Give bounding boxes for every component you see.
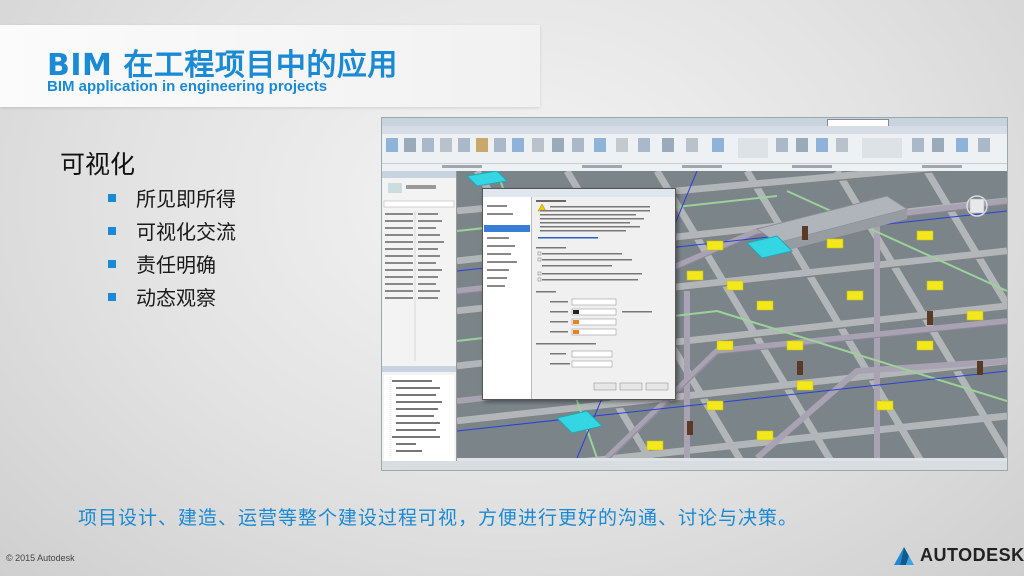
bullet-item: 动态观察 (108, 280, 236, 313)
dialog-sidebar (483, 197, 532, 399)
properties-content (382, 171, 456, 461)
screenshot-status-bar (382, 461, 1007, 470)
screenshot-properties-panel (382, 171, 457, 461)
bullet-item: 可视化交流 (108, 214, 236, 247)
copyright-text: © 2015 Autodesk (6, 553, 75, 563)
slide-caption: 项目设计、建造、运营等整个建设过程可视，方便进行更好的沟通、讨论与决策。 (78, 507, 799, 529)
bullet-list: 所见即所得 可视化交流 责任明确 动态观察 (108, 181, 236, 313)
bullet-square-icon (108, 193, 116, 202)
autodesk-logo-icon (894, 546, 914, 565)
bullet-square-icon (108, 292, 116, 301)
autodesk-logo: AUTODESK (893, 545, 1024, 566)
dialog-settings-content (536, 200, 669, 391)
bullet-square-icon (108, 259, 116, 268)
screenshot-ribbon (382, 134, 1007, 172)
screenshot-options-dialog (482, 188, 676, 400)
dialog-main-panel (532, 197, 674, 399)
dialog-titlebar (483, 189, 675, 197)
dialog-sidebar-selected (484, 225, 530, 232)
bullet-item: 所见即所得 (108, 181, 236, 214)
bullet-square-icon (108, 226, 116, 235)
screenshot-titlebar (382, 118, 1007, 126)
bim-software-screenshot (381, 117, 1008, 471)
screenshot-ribbon-tabs (382, 126, 1007, 141)
bullet-text: 所见即所得 (136, 187, 236, 211)
section-heading: 可视化 (60, 150, 136, 179)
bullet-text: 可视化交流 (136, 220, 236, 244)
bullet-text: 责任明确 (136, 253, 216, 277)
ribbon-tools (382, 138, 1007, 168)
autodesk-wordmark: AUTODESK (920, 545, 1024, 565)
bullet-item: 责任明确 (108, 247, 236, 280)
bullet-text: 动态观察 (136, 286, 216, 310)
slide-subtitle: BIM application in engineering projects (47, 78, 328, 95)
